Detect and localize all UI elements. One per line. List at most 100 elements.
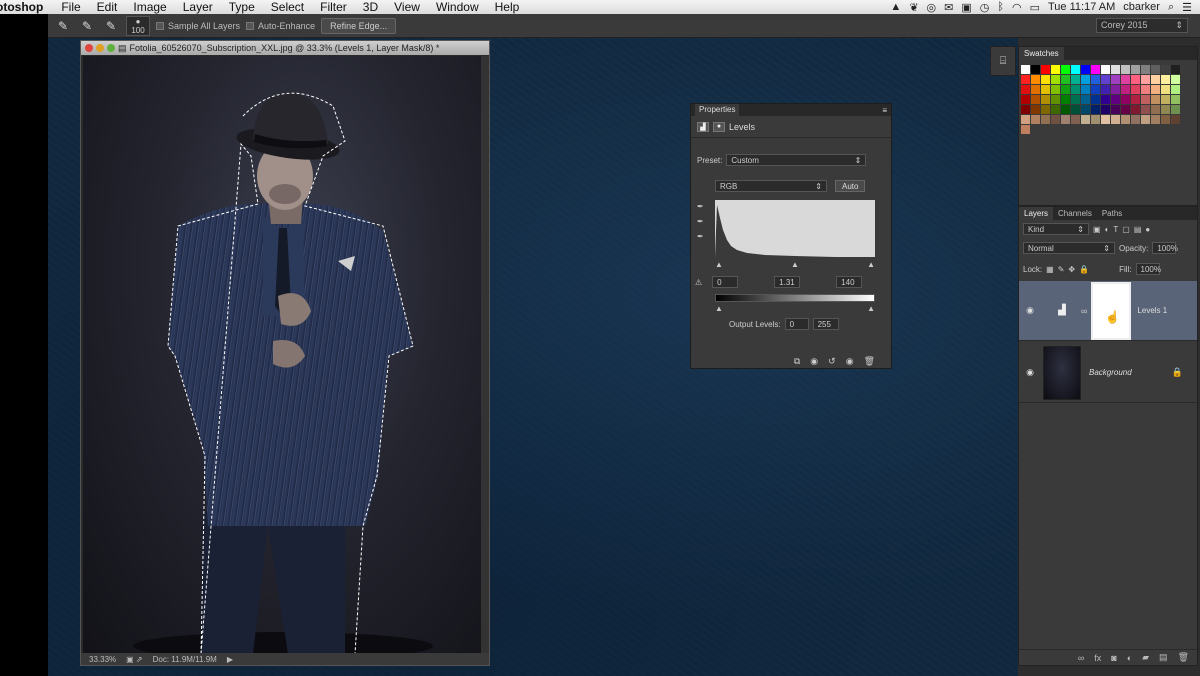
close-window-button[interactable] [85,44,93,52]
menu-filter[interactable]: Filter [312,0,355,14]
swatch[interactable] [1081,115,1090,124]
output-black-slider[interactable]: ▲ [715,304,723,313]
filter-type-icon[interactable]: T [1113,225,1118,234]
swatch[interactable] [1141,65,1150,74]
visibility-icon[interactable]: ◉ [846,356,854,367]
swatch[interactable] [1031,105,1040,114]
swatch[interactable] [1161,65,1170,74]
lock-image-icon[interactable]: ✎ [1058,265,1065,274]
menu-window[interactable]: Window [428,0,487,14]
clock[interactable]: Tue 11:17 AM [1048,1,1115,13]
document-canvas-photo[interactable] [83,56,481,654]
fx-icon[interactable]: fx [1094,653,1101,663]
swatch[interactable] [1061,115,1070,124]
minimize-window-button[interactable] [96,44,104,52]
new-group-icon[interactable]: ▰ [1142,652,1149,663]
swatch[interactable] [1111,105,1120,114]
swatch[interactable] [1151,115,1160,124]
swatch[interactable] [1171,75,1180,84]
zoom-window-button[interactable] [107,44,115,52]
eye-icon[interactable]: ◉ [1019,367,1041,378]
swatch[interactable] [1071,105,1080,114]
add-mask-icon[interactable]: ◙ [1111,653,1116,663]
user-name[interactable]: cbarker [1123,1,1160,13]
swatch[interactable] [1031,65,1040,74]
swatch[interactable] [1061,85,1070,94]
swatch[interactable] [1091,105,1100,114]
swatch[interactable] [1161,75,1170,84]
swatch[interactable] [1081,95,1090,104]
opacity-field[interactable]: 100% [1152,242,1178,254]
swatch[interactable] [1101,75,1110,84]
swatch[interactable] [1041,65,1050,74]
swatch[interactable] [1061,95,1070,104]
output-black-field[interactable]: 0 [784,318,809,330]
zoom-level[interactable]: 33.33% [89,655,116,664]
white-eyedropper-icon[interactable]: ✒ [697,232,704,241]
swatch[interactable] [1091,115,1100,124]
sample-all-layers-checkbox[interactable]: Sample All Layers [156,21,240,31]
swatch[interactable] [1151,65,1160,74]
layer-name-levels[interactable]: Levels 1 [1137,306,1167,315]
swatch[interactable] [1131,115,1140,124]
swatch[interactable] [1031,115,1040,124]
swatch[interactable] [1031,85,1040,94]
swatch[interactable] [1131,75,1140,84]
swatch[interactable] [1101,105,1110,114]
view-previous-icon[interactable]: ◉ [810,356,818,367]
status-icons[interactable]: ▣ ⇗ [126,655,142,664]
swatch[interactable] [1151,105,1160,114]
input-black-field[interactable]: 0 [712,276,739,288]
swatch[interactable] [1071,65,1080,74]
swatch[interactable] [1041,95,1050,104]
swatch[interactable] [1151,75,1160,84]
swatch[interactable] [1041,105,1050,114]
swatch[interactable] [1021,85,1030,94]
swatch[interactable] [1091,65,1100,74]
swatch[interactable] [1091,75,1100,84]
swatch[interactable] [1101,95,1110,104]
swatch[interactable] [1031,95,1040,104]
swatch[interactable] [1021,125,1030,134]
white-point-slider[interactable]: ▲ [867,260,875,269]
filter-toggle-icon[interactable]: ● [1145,225,1150,234]
swatch[interactable] [1121,95,1130,104]
notification-icon[interactable]: ▲ [890,1,901,13]
swatch[interactable] [1171,85,1180,94]
levels-icon[interactable]: ▟ [697,121,709,132]
swatch[interactable] [1171,95,1180,104]
calculate-clipping-icon[interactable]: ⚠ [695,278,702,287]
swatch[interactable] [1051,105,1060,114]
trash-icon[interactable]: 🗑 [864,356,875,367]
layer-filter-select[interactable]: Kind ⇕ [1023,223,1089,235]
filter-pixel-icon[interactable]: ▣ [1093,225,1101,234]
workspace-switcher[interactable]: Corey 2015 ⇕ [1096,18,1188,33]
brush-size-picker[interactable]: ● 100 [126,15,150,36]
doc-size[interactable]: Doc: 11.9M/11.9M [153,655,217,664]
swatch[interactable] [1171,105,1180,114]
bluetooth-icon[interactable]: ᛒ [997,1,1004,13]
clip-to-layer-icon[interactable]: ⧉ [794,356,800,367]
swatch[interactable] [1111,65,1120,74]
swatch[interactable] [1111,75,1120,84]
wifi-icon[interactable]: ◠ [1012,1,1022,14]
layer-row-background[interactable]: ◉ Background 🔒 [1019,343,1197,403]
new-adjustment-icon[interactable]: ◐ [1127,653,1132,663]
swatch[interactable] [1071,95,1080,104]
refine-edge-button[interactable]: Refine Edge... [321,17,397,34]
swatch[interactable] [1061,75,1070,84]
swatch[interactable] [1121,75,1130,84]
swatch[interactable] [1091,95,1100,104]
input-sliders[interactable]: ▲ ▲ ▲ [715,260,875,269]
menu-image[interactable]: Image [125,0,174,14]
swatch[interactable] [1121,65,1130,74]
eye-icon[interactable]: ◉ [1019,305,1041,316]
swatch[interactable] [1131,105,1140,114]
input-gamma-field[interactable]: 1.31 [774,276,801,288]
swatch[interactable] [1081,85,1090,94]
gray-eyedropper-icon[interactable]: ✒ [697,217,704,226]
menu-help[interactable]: Help [487,0,528,14]
swatch[interactable] [1031,75,1040,84]
swatch[interactable] [1131,85,1140,94]
swatch[interactable] [1161,95,1170,104]
